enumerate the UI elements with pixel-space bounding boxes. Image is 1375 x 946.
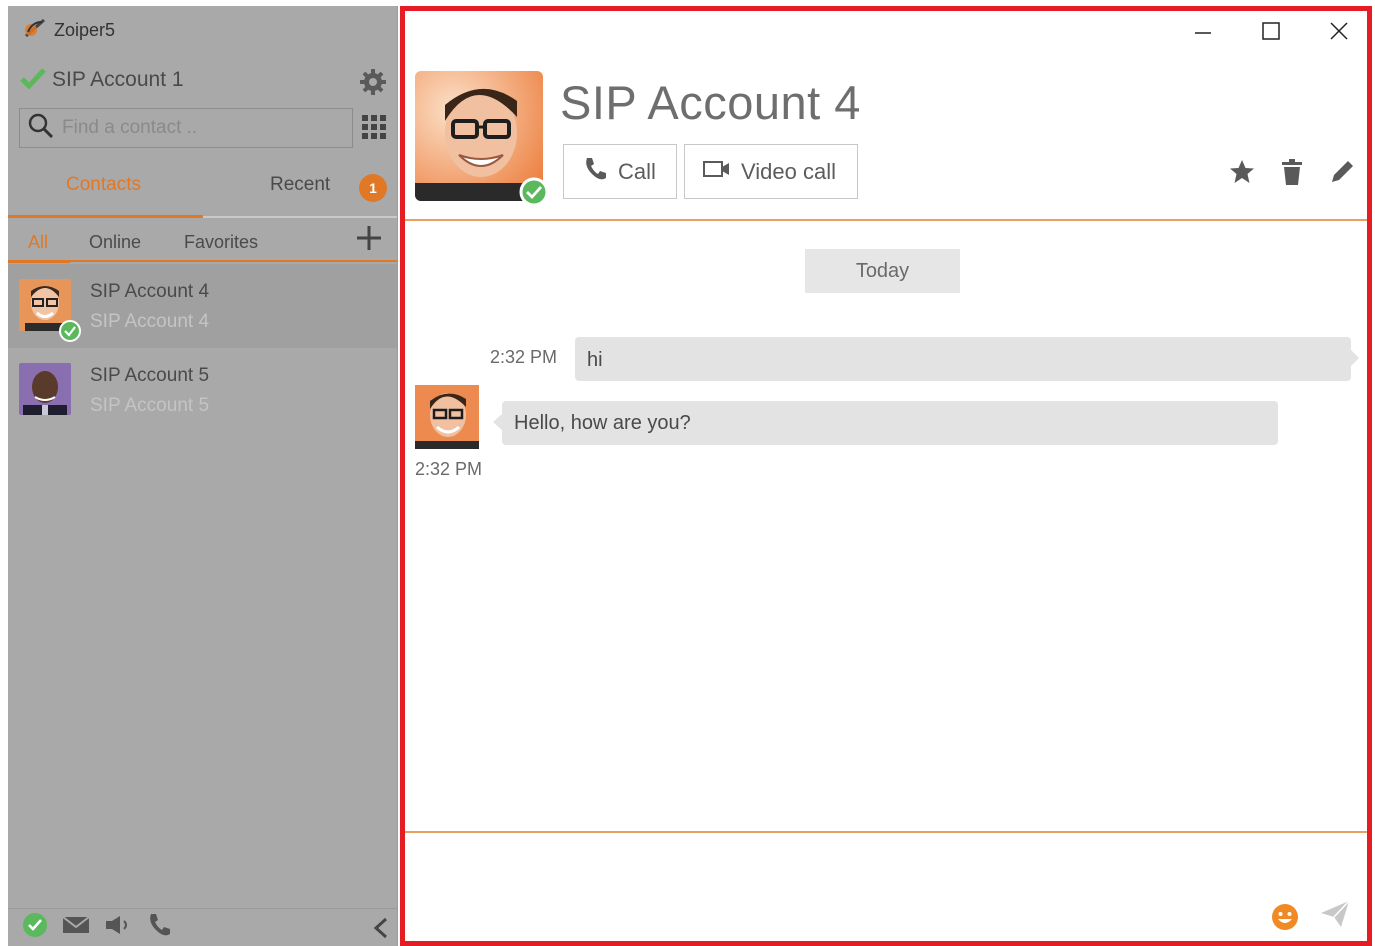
contact-subtitle: SIP Account 4 [90, 311, 210, 332]
tab-recent[interactable]: Recent [270, 174, 330, 196]
active-filter-indicator [8, 260, 70, 263]
message-input[interactable] [419, 843, 1259, 923]
search-icon [28, 113, 54, 144]
message-timestamp: 2:32 PM [490, 347, 558, 367]
sidebar-footer [8, 908, 398, 946]
dialpad-icon[interactable] [361, 114, 387, 145]
video-call-label: Video call [741, 158, 836, 184]
call-button[interactable]: Call [563, 144, 677, 199]
emoji-icon[interactable] [1271, 903, 1299, 936]
sidebar-header: Zoiper5 SIP Account 1 Find a contact .. … [8, 6, 397, 264]
gear-icon[interactable] [359, 68, 387, 101]
filter-favorites[interactable]: Favorites [184, 232, 258, 253]
sidebar: Zoiper5 SIP Account 1 Find a contact .. … [8, 6, 398, 946]
send-icon[interactable] [1319, 899, 1351, 934]
contact-actions [1229, 159, 1355, 190]
check-icon [20, 67, 46, 94]
contact-avatar [19, 363, 71, 415]
tab-contacts[interactable]: Contacts [66, 174, 141, 196]
contact-list-item[interactable]: SIP Account 5 SIP Account 5 [8, 348, 397, 432]
search-row [8, 106, 397, 152]
contact-list: SIP Account 4 SIP Account 4 SIP Account … [8, 264, 397, 432]
conversation-header: SIP Account 4 Call Video call [405, 11, 1367, 221]
online-status-icon [519, 177, 549, 212]
call-label: Call [618, 158, 656, 184]
speaker-icon[interactable] [104, 915, 132, 940]
recent-count-badge: 1 [359, 174, 387, 202]
main-tabs: Contacts Recent 1 [8, 152, 397, 218]
app-title-row: Zoiper5 [8, 6, 397, 54]
conversation-panel: SIP Account 4 Call Video call Today 2:32… [400, 6, 1372, 946]
contact-name: SIP Account 4 [90, 281, 210, 302]
video-camera-icon [703, 159, 731, 185]
edit-pencil-icon[interactable] [1329, 159, 1355, 190]
online-status-icon [59, 320, 81, 347]
message-composer [405, 831, 1367, 941]
trash-icon[interactable] [1281, 159, 1303, 190]
contact-filters: All Online Favorites [8, 218, 397, 263]
account-name: SIP Account 1 [52, 68, 184, 91]
add-contact-icon[interactable] [355, 224, 383, 257]
star-icon[interactable] [1229, 159, 1255, 190]
contact-name: SIP Account 5 [90, 365, 210, 386]
date-divider: Today [805, 249, 960, 293]
filter-online[interactable]: Online [89, 232, 141, 253]
account-row[interactable]: SIP Account 1 [8, 54, 397, 106]
conversation-title: SIP Account 4 [560, 76, 861, 129]
message-timestamp: 2:32 PM [415, 459, 483, 479]
status-online-icon[interactable] [22, 912, 48, 943]
phone-icon[interactable] [146, 912, 172, 943]
collapse-sidebar-icon[interactable] [372, 917, 390, 944]
message-history: Today 2:32 PM hi Hello, how are you? 2:3… [405, 223, 1367, 833]
zoiper-logo-icon [22, 16, 48, 45]
contact-list-item[interactable]: SIP Account 4 SIP Account 4 [8, 264, 397, 348]
filter-all[interactable]: All [28, 232, 48, 253]
phone-icon [582, 156, 608, 188]
messages-icon[interactable] [62, 915, 90, 940]
video-call-button[interactable]: Video call [684, 144, 858, 199]
app-title: Zoiper5 [54, 19, 116, 40]
message-sender-avatar [415, 385, 479, 449]
zoiper-app: Zoiper5 SIP Account 1 Find a contact .. … [0, 0, 1375, 946]
incoming-message-bubble: Hello, how are you? [493, 401, 1278, 445]
search-input[interactable] [62, 117, 332, 139]
search-box[interactable] [19, 108, 353, 148]
contact-subtitle: SIP Account 5 [90, 395, 210, 416]
outgoing-message-bubble: hi [575, 337, 1359, 381]
